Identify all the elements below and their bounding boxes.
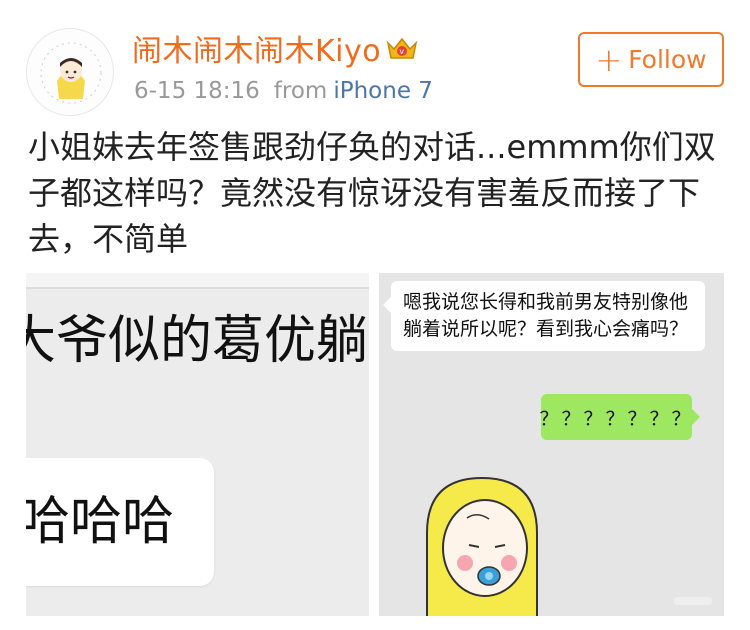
- post-time: 6-15 18:16: [134, 78, 260, 104]
- post-image-2[interactable]: 嗯我说您长得和我前男友特别像他躺着说所以呢？看到我心会痛吗？ ？？？？？？？: [379, 273, 724, 616]
- username[interactable]: 闹木闹木闹木Kiyo v: [132, 26, 419, 70]
- baby-sticker: [426, 476, 538, 616]
- post-image-1[interactable]: 大爷似的葛优躺 哈哈哈: [26, 273, 369, 616]
- post-source-label: from: [273, 78, 328, 104]
- username-text[interactable]: 闹木闹木闹木Kiyo: [132, 26, 381, 70]
- image-headline: 大爷似的葛优躺: [26, 311, 369, 371]
- follow-button[interactable]: + Follow: [578, 32, 724, 87]
- chat-message-incoming: 嗯我说您长得和我前男友特别像他躺着说所以呢？看到我心会痛吗？: [383, 281, 705, 351]
- avatar[interactable]: [26, 28, 114, 116]
- avatar-illustration: [27, 29, 113, 115]
- chat-bubble-text: 哈哈哈: [26, 492, 175, 552]
- post-meta: 6-15 18:16 from iPhone 7: [134, 78, 433, 104]
- image-divider: [26, 287, 369, 289]
- chat-bubble: 哈哈哈: [26, 458, 214, 586]
- image-top-strip: [26, 273, 369, 287]
- crown-icon: v: [385, 33, 419, 63]
- chat-message-outgoing: ？？？？？？？: [540, 394, 700, 440]
- post-source-device[interactable]: iPhone 7: [333, 78, 433, 104]
- plus-icon: +: [595, 40, 623, 79]
- follow-label: Follow: [628, 45, 707, 74]
- image-watermark: [674, 595, 714, 610]
- post-text: 小姐妹去年签售跟劲仔奂的对话...emmm你们双子都这样吗？竟然没有惊讶没有害羞…: [28, 128, 716, 258]
- weibo-post: 闹木闹木闹木Kiyo v 6-15 18:16 from iPhone 7 + …: [0, 0, 750, 630]
- svg-text:v: v: [400, 47, 405, 56]
